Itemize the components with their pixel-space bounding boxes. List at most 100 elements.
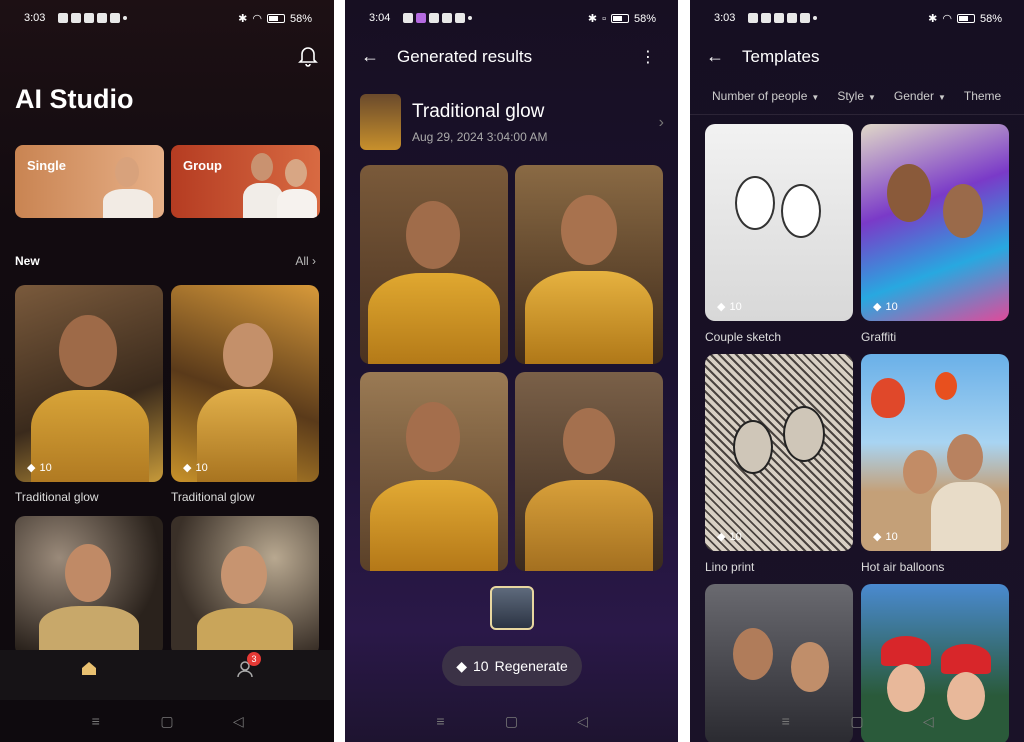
filter-theme[interactable]: Theme [964,89,1001,103]
template-card[interactable]: ◆ 10 [15,285,163,482]
card-caption: Traditional glow [171,490,255,504]
filter-label: Style [837,89,864,103]
generated-image[interactable] [360,372,508,571]
template-card[interactable]: ◆ 10 [861,124,1009,321]
portrait-face [791,642,829,692]
screen-templates: 3:03 ✱ ◠ 58% ← Templates Number of peopl… [690,0,1024,742]
notification-badge: 3 [247,652,261,666]
source-photo-thumbnail[interactable] [490,586,534,630]
portrait-face [561,195,617,265]
status-time: 3:04 [369,12,391,24]
portrait-face [223,323,273,387]
home-button-icon[interactable]: ▢ [502,713,522,730]
portrait-face [943,184,983,238]
santa-hat-image [941,644,991,674]
portrait-jacket [39,606,139,656]
battery-icon [610,14,629,23]
more-vert-icon[interactable]: ⋮ [640,47,656,67]
portrait-face [947,434,983,480]
portrait-face [887,164,931,222]
recent-apps-icon[interactable]: ≡ [431,713,451,729]
portrait-face [903,450,937,494]
template-caption: Lino print [705,560,755,574]
group-mode-button[interactable]: Group [171,145,320,218]
status-time: 3:03 [714,12,736,24]
system-nav-bar: ≡ ▢ ◁ [0,700,334,742]
template-caption: Graffiti [861,330,897,344]
portrait-face [733,420,773,474]
back-triangle-icon[interactable]: ◁ [573,713,593,730]
home-icon[interactable] [80,660,98,676]
group-portrait-image [251,153,273,181]
cost-value: 10 [729,530,742,543]
card-caption: Traditional glow [15,490,99,504]
portrait-face [783,406,825,462]
template-caption: Couple sketch [705,330,782,344]
template-card[interactable] [15,516,163,656]
template-card[interactable]: ◆ 10 [861,354,1009,551]
back-triangle-icon[interactable]: ◁ [918,713,938,730]
status-app-icons [403,13,472,23]
group-mode-label: Group [183,158,222,173]
cost-value: 10 [729,300,742,313]
sketch-face-1 [735,176,775,230]
generated-image[interactable] [515,165,663,364]
diamond-icon: ◆ [27,462,36,474]
result-date: Aug 29, 2024 3:04:00 AM [412,130,548,144]
portrait-face [406,402,460,472]
cost-value: 10 [195,461,208,474]
filter-bar: Number of people ▼ Style ▼ Gender ▼ Theme [712,89,1001,103]
home-button-icon[interactable]: ▢ [157,713,177,730]
template-card[interactable]: ◆ 10 [705,354,853,551]
chevron-right-icon[interactable]: › [659,114,664,132]
generated-image[interactable] [515,372,663,571]
battery-icon [956,14,975,23]
page-title: Generated results [397,47,533,66]
status-app-icons [58,13,127,23]
back-triangle-icon[interactable]: ◁ [228,713,248,730]
balloon-image [935,372,957,400]
template-card[interactable] [171,516,319,656]
template-card[interactable]: ◆ 10 [705,124,853,321]
system-nav-bar: ≡ ▢ ◁ [690,700,1024,742]
home-button-icon[interactable]: ▢ [847,713,867,730]
system-nav-bar: ≡ ▢ ◁ [345,700,678,742]
generated-image[interactable] [360,165,508,364]
section-new-label: New [15,254,40,268]
cost-value: 10 [39,461,52,474]
cost-value: 10 [885,300,898,313]
battery-icon [266,14,285,23]
battery-percent: 58% [289,12,312,25]
status-bar: 3:03 ✱ ◠ 58% [690,10,1024,28]
portrait-robe [525,271,653,364]
template-card[interactable]: ◆ 10 [171,285,319,482]
arrow-left-icon[interactable]: ← [361,46,379,67]
diamond-icon: ◆ [717,531,726,543]
caret-down-icon: ▼ [868,93,876,102]
filter-label: Number of people [712,89,808,103]
regenerate-label: Regenerate [494,658,568,674]
regenerate-button[interactable]: ◆ 10 Regenerate [442,646,582,686]
filter-number-of-people[interactable]: Number of people ▼ [712,89,819,103]
portrait-dress [197,389,297,482]
screen-generated-results: 3:04 ✱ ▫ 58% ← Generated results ⋮ Tradi… [345,0,678,742]
bell-icon[interactable] [298,45,318,67]
diamond-icon: ◆ [717,301,726,313]
filter-style[interactable]: Style ▼ [837,89,876,103]
caret-down-icon: ▼ [811,93,820,102]
arrow-left-icon[interactable]: ← [706,46,724,67]
cost-badge: ◆ 10 [873,530,898,544]
status-bar: 3:03 ✱ ◠ 58% [0,10,334,28]
portrait-face [563,408,615,474]
portrait-face [65,544,111,602]
vibrate-icon: ▫ [602,12,606,25]
diamond-icon: ◆ [183,462,192,474]
filter-gender[interactable]: Gender ▼ [894,89,946,103]
recent-apps-icon[interactable]: ≡ [86,713,106,729]
portrait-dress [197,608,293,656]
single-portrait-body [103,189,153,218]
recent-apps-icon[interactable]: ≡ [776,713,796,729]
status-app-icons [748,13,817,23]
see-all-link[interactable]: All › [295,254,316,268]
single-mode-button[interactable]: Single [15,145,164,218]
